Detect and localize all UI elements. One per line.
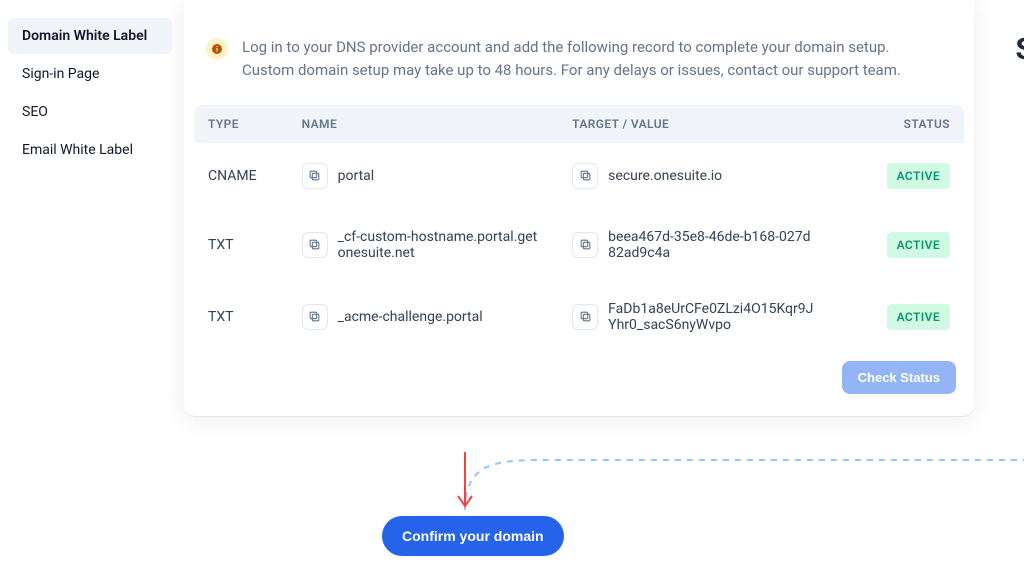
copy-icon[interactable] bbox=[302, 232, 328, 258]
settings-sidebar: Domain White LabelSign-in PageSEOEmail W… bbox=[0, 0, 180, 576]
dns-records-card: Log in to your DNS provider account and … bbox=[184, 0, 974, 416]
copy-icon[interactable] bbox=[572, 163, 598, 189]
copy-icon[interactable] bbox=[302, 304, 328, 330]
copy-icon[interactable] bbox=[572, 304, 598, 330]
col-header-status: STATUS bbox=[860, 105, 964, 143]
cell-name: portal bbox=[338, 168, 375, 184]
sidebar-item-seo[interactable]: SEO bbox=[8, 94, 172, 130]
status-badge: ACTIVE bbox=[887, 163, 950, 189]
status-badge: ACTIVE bbox=[887, 232, 950, 258]
info-text: Log in to your DNS provider account and … bbox=[242, 36, 932, 83]
offscreen-panel-fragment: S bbox=[1016, 32, 1024, 67]
main-content: Log in to your DNS provider account and … bbox=[180, 0, 1024, 576]
cell-name: _acme-challenge.portal bbox=[338, 309, 483, 325]
card-footer: Check Status bbox=[184, 353, 974, 398]
confirm-domain-button[interactable]: Confirm your domain bbox=[382, 516, 564, 556]
info-icon bbox=[206, 38, 228, 60]
cell-target: secure.onesuite.io bbox=[608, 168, 722, 184]
cell-type: TXT bbox=[194, 209, 288, 281]
cell-type: CNAME bbox=[194, 143, 288, 209]
check-status-button[interactable]: Check Status bbox=[842, 361, 956, 394]
cell-target: beea467d-35e8-46de-b168-027d82ad9c4a bbox=[608, 229, 818, 261]
dns-table: TYPE NAME TARGET / VALUE STATUS CNAME por… bbox=[194, 105, 964, 353]
col-header-target: TARGET / VALUE bbox=[558, 105, 860, 143]
info-banner: Log in to your DNS provider account and … bbox=[184, 0, 974, 105]
sidebar-item-domain-white-label[interactable]: Domain White Label bbox=[8, 18, 172, 54]
col-header-type: TYPE bbox=[194, 105, 288, 143]
sidebar-item-sign-in-page[interactable]: Sign-in Page bbox=[8, 56, 172, 92]
table-row: TXT _cf-custom-hostname.portal.getonesuit… bbox=[194, 209, 964, 281]
cell-target: FaDb1a8eUrCFe0ZLzi4O15Kqr9JYhr0_sacS6nyW… bbox=[608, 301, 818, 333]
table-row: TXT _acme-challenge.portal FaDb1a8eUrCFe0Z… bbox=[194, 281, 964, 353]
table-row: CNAME portal secure.onesuite.io ACTIVE bbox=[194, 143, 964, 209]
annotation-arrow-icon bbox=[435, 448, 495, 518]
col-header-name: NAME bbox=[288, 105, 559, 143]
status-badge: ACTIVE bbox=[887, 304, 950, 330]
cell-name: _cf-custom-hostname.portal.getonesuite.n… bbox=[338, 229, 545, 261]
copy-icon[interactable] bbox=[302, 163, 328, 189]
copy-icon[interactable] bbox=[572, 232, 598, 258]
cell-type: TXT bbox=[194, 281, 288, 353]
sidebar-item-email-white-label[interactable]: Email White Label bbox=[8, 132, 172, 168]
